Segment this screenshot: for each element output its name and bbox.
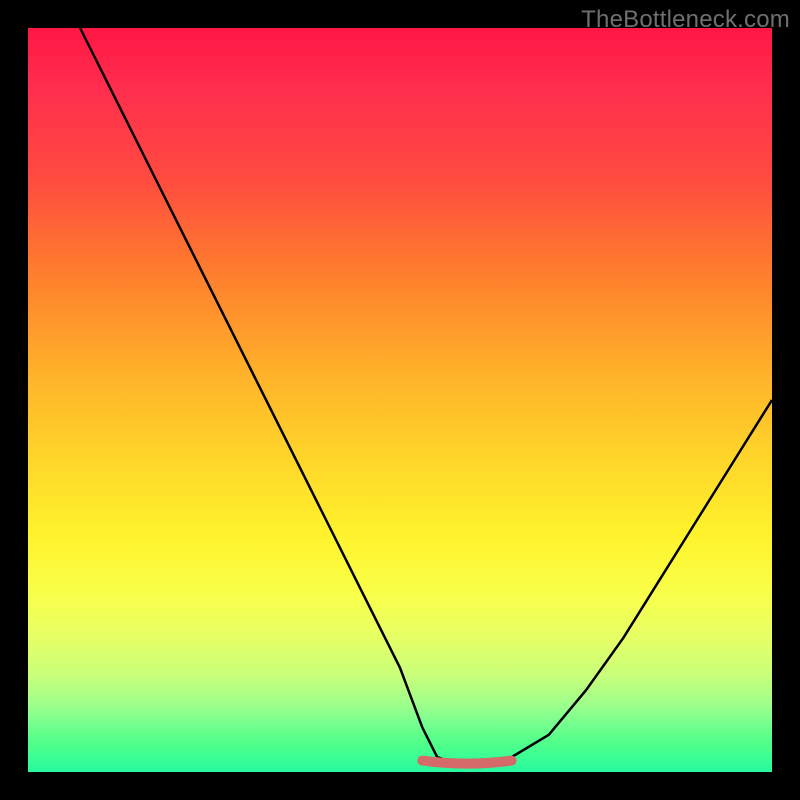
chart-canvas: TheBottleneck.com (0, 0, 800, 800)
curve-overlay (28, 28, 772, 772)
optimal-range-highlight (422, 761, 511, 764)
bottleneck-curve (80, 28, 772, 765)
plot-area (28, 28, 772, 772)
